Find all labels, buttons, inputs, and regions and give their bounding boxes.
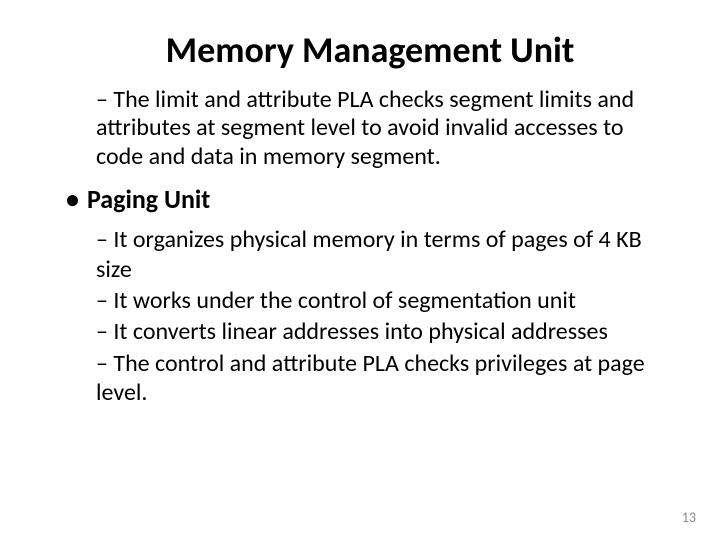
slide: Memory Management Unit – The limit and a… [0, 0, 720, 540]
intro-text: The limit and attribute PLA checks segme… [96, 85, 634, 171]
dash-icon: – [96, 225, 108, 254]
intro-block: – The limit and attribute PLA checks seg… [96, 86, 664, 171]
list-item: – It works under the control of segmenta… [96, 286, 664, 315]
list-item: – It converts linear addresses into phys… [96, 317, 664, 346]
section-heading: •Paging Unit [66, 183, 664, 216]
dash-icon: – [96, 317, 108, 346]
dash-icon: – [96, 286, 108, 315]
point-text: The control and attribute PLA checks pri… [96, 349, 645, 407]
point-text: It converts linear addresses into physic… [108, 317, 608, 346]
intro-item: – The limit and attribute PLA checks seg… [96, 86, 664, 171]
list-item: – It organizes physical memory in terms … [96, 225, 664, 284]
list-item: – The control and attribute PLA checks p… [96, 349, 664, 408]
dash-icon: – [96, 86, 108, 114]
bullet-icon: • [66, 183, 79, 216]
points-list: – It organizes physical memory in terms … [96, 225, 664, 407]
dash-icon: – [96, 349, 108, 378]
section-heading-row: •Paging Unit [66, 183, 664, 216]
point-text: It works under the control of segmentati… [108, 286, 576, 315]
section-heading-text: Paging Unit [87, 183, 210, 215]
page-number: 13 [682, 509, 696, 526]
point-text: It organizes physical memory in terms of… [96, 225, 642, 283]
slide-title: Memory Management Unit [76, 28, 664, 72]
